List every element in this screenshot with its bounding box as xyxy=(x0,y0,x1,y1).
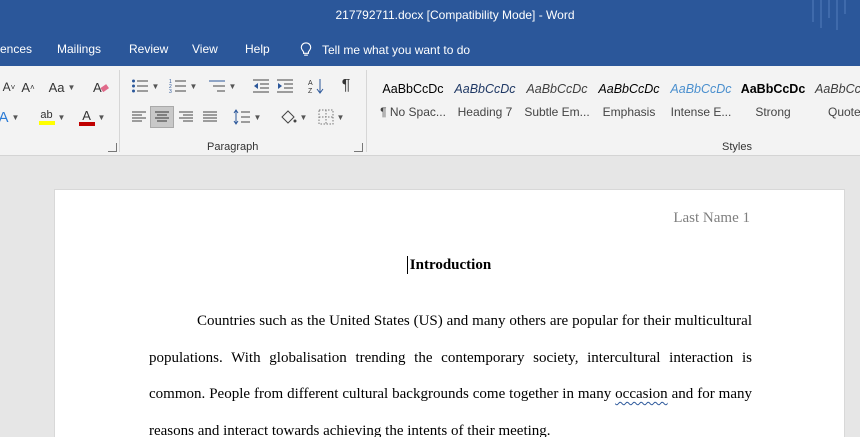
style-sample: AaBbCcDc xyxy=(598,82,660,96)
title-decoration xyxy=(820,0,822,28)
borders-icon xyxy=(318,109,334,125)
text-effects-icon: A xyxy=(0,108,9,126)
title-decoration xyxy=(836,0,838,30)
style-subtle-emphasis[interactable]: AaBbCcDc Subtle Em... xyxy=(521,80,593,128)
title-decoration xyxy=(844,0,846,14)
style-name: Intense E... xyxy=(670,105,732,119)
style-sample: AaBbCcDc xyxy=(815,82,860,96)
grow-font-icon: A xyxy=(21,79,30,95)
change-case-icon: Aa xyxy=(48,79,65,95)
bullet-list-icon xyxy=(131,79,148,93)
svg-text:A: A xyxy=(308,80,313,87)
tab-view[interactable]: View xyxy=(192,42,218,56)
svg-text:Z: Z xyxy=(308,88,313,95)
multilevel-list-icon xyxy=(208,80,225,92)
style-no-spacing[interactable]: AaBbCcDc ¶ No Spac... xyxy=(377,80,449,128)
clear-formatting-icon: A xyxy=(93,80,109,95)
style-sample: AaBbCcDc xyxy=(382,82,444,96)
change-case-button[interactable]: Aa ▼ xyxy=(44,76,80,98)
font-dialog-launcher[interactable] xyxy=(108,143,117,152)
align-center-button[interactable] xyxy=(150,106,174,128)
style-sample: AaBbCcDc xyxy=(670,82,732,96)
tab-help[interactable]: Help xyxy=(245,42,270,56)
font-color-icon: A xyxy=(78,109,95,126)
highlighter-icon: ab xyxy=(38,109,55,125)
line-spacing-button[interactable]: ▼ xyxy=(230,106,264,128)
text-effects-button[interactable]: A ▼ xyxy=(0,106,19,128)
style-heading-7[interactable]: AaBbCcDc Heading 7 xyxy=(449,80,521,128)
styles-group-label: Styles xyxy=(722,141,752,153)
style-name: Strong xyxy=(755,105,791,119)
borders-button[interactable]: ▼ xyxy=(314,106,348,128)
clear-formatting-button[interactable]: A xyxy=(90,76,112,98)
style-name: Quote xyxy=(828,105,860,119)
svg-text:A: A xyxy=(93,80,102,95)
shrink-font-button[interactable]: A ˅ xyxy=(0,76,18,98)
highlight-color-bar xyxy=(38,121,55,125)
svg-text:3: 3 xyxy=(169,89,172,94)
multilevel-list-button[interactable]: ▼ xyxy=(205,75,239,97)
decrease-indent-icon xyxy=(253,79,269,93)
window-title: 217792711.docx [Compatibility Mode] - Wo… xyxy=(335,8,575,22)
tab-review[interactable]: Review xyxy=(129,42,168,56)
title-decoration xyxy=(812,0,814,22)
decrease-indent-button[interactable] xyxy=(250,75,272,97)
paragraph-dialog-launcher[interactable] xyxy=(354,143,363,152)
group-separator xyxy=(119,70,120,152)
ribbon: A ˅ A ˄ Aa ▼ A A ▼ ab ▼ A ▼ ▼ 123 ▼ ▼ A … xyxy=(0,66,860,156)
style-name: Emphasis xyxy=(602,105,656,119)
align-left-button[interactable] xyxy=(128,106,150,128)
spelling-error-word[interactable]: occasion xyxy=(615,386,667,402)
align-center-icon xyxy=(155,111,169,122)
tab-references[interactable]: ences xyxy=(0,42,32,56)
style-sample: AaBbCcDc xyxy=(454,82,516,96)
show-formatting-button[interactable]: ¶ xyxy=(336,75,356,97)
body-paragraph[interactable]: Countries such as the United States (US)… xyxy=(149,303,752,437)
style-name: Heading 7 xyxy=(457,105,513,119)
align-right-icon xyxy=(179,111,193,122)
tell-me-box[interactable]: Tell me what you want to do xyxy=(300,42,470,57)
style-name: ¶ No Spac... xyxy=(380,105,446,119)
numbering-button[interactable]: 123 ▼ xyxy=(166,75,200,97)
highlight-button[interactable]: ab ▼ xyxy=(34,106,70,128)
style-sample: AaBbCcDc xyxy=(740,82,806,96)
align-left-icon xyxy=(132,111,146,122)
tab-mailings[interactable]: Mailings xyxy=(57,42,101,56)
style-name: Subtle Em... xyxy=(524,105,590,119)
title-bar: 217792711.docx [Compatibility Mode] - Wo… xyxy=(0,0,860,34)
lightbulb-icon xyxy=(300,42,312,56)
ribbon-tabs: ences Mailings Review View Help Tell me … xyxy=(0,34,860,66)
sort-button[interactable]: AZ xyxy=(305,75,327,97)
align-right-button[interactable] xyxy=(175,106,197,128)
line-spacing-icon xyxy=(233,109,250,125)
style-intense-emphasis[interactable]: AaBbCcDc Intense E... xyxy=(665,80,737,128)
increase-indent-icon xyxy=(277,79,293,93)
group-separator xyxy=(366,70,367,152)
grow-font-button[interactable]: A ˄ xyxy=(19,76,37,98)
justify-icon xyxy=(203,111,217,122)
document-heading[interactable]: Introduction xyxy=(55,257,846,274)
style-sample: AaBbCcDc xyxy=(526,82,588,96)
bullets-button[interactable]: ▼ xyxy=(128,75,162,97)
numbered-list-icon: 123 xyxy=(169,79,186,94)
sort-az-icon: AZ xyxy=(308,79,324,95)
increase-indent-button[interactable] xyxy=(274,75,296,97)
justify-button[interactable] xyxy=(199,106,221,128)
style-emphasis[interactable]: AaBbCcDc Emphasis xyxy=(593,80,665,128)
paint-bucket-icon xyxy=(280,110,297,124)
page-header[interactable]: Last Name 1 xyxy=(673,210,750,227)
paragraph-group-label: Paragraph xyxy=(207,141,259,153)
document-page[interactable]: Last Name 1 Introduction Countries such … xyxy=(54,189,845,437)
style-strong[interactable]: AaBbCcDc Strong xyxy=(737,80,809,128)
font-color-button[interactable]: A ▼ xyxy=(74,106,110,128)
tell-me-text: Tell me what you want to do xyxy=(322,42,471,57)
shading-button[interactable]: ▼ xyxy=(276,106,310,128)
pilcrow-icon: ¶ xyxy=(341,77,351,94)
title-decoration xyxy=(828,0,830,18)
shrink-font-icon: A xyxy=(2,80,11,94)
font-color-bar xyxy=(78,121,95,126)
style-quote[interactable]: AaBbCcDc Quote xyxy=(809,80,860,128)
